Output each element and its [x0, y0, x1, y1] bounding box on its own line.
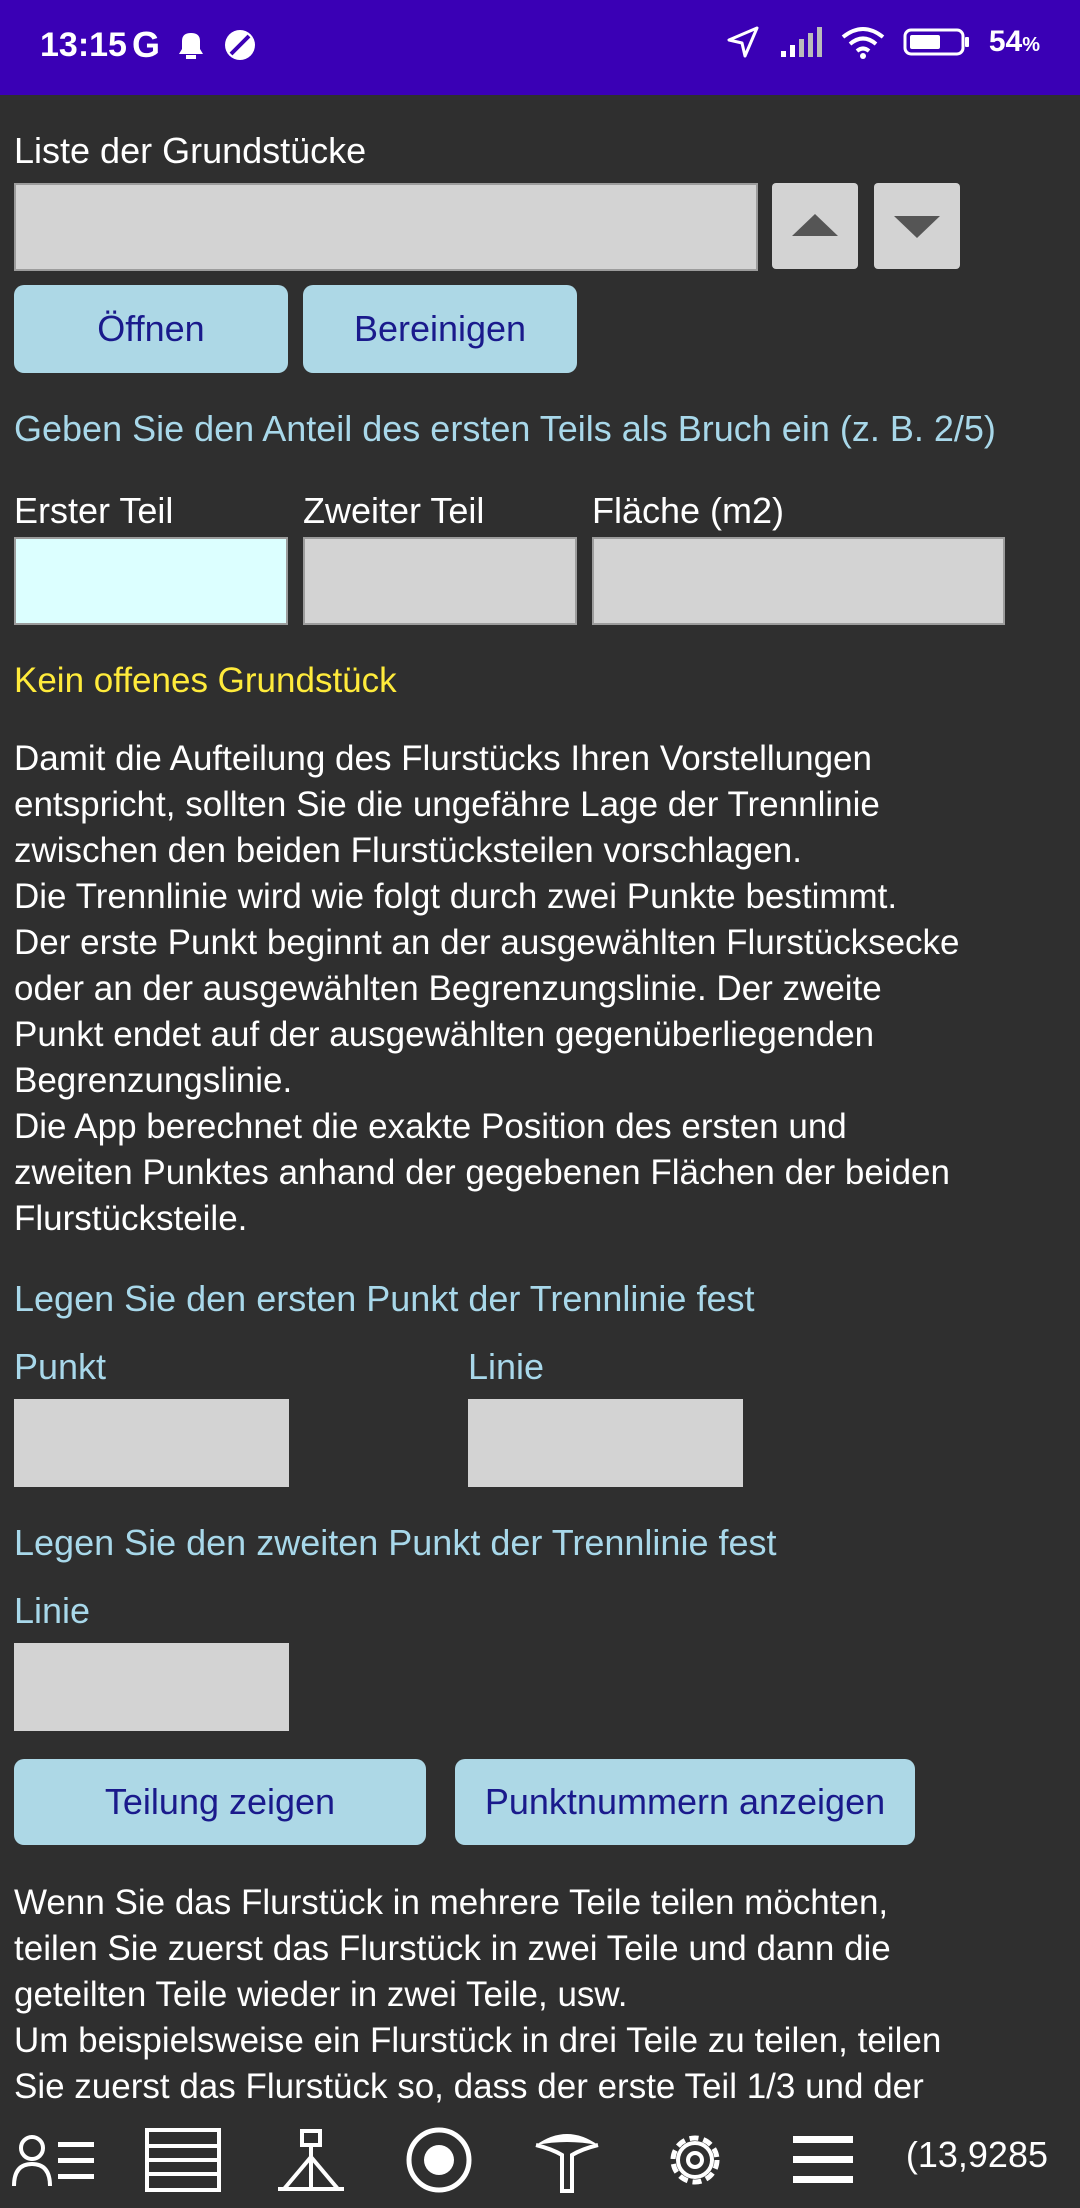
surveyor-icon	[278, 2129, 344, 2191]
menu-icon	[793, 2136, 853, 2183]
gear-icon	[670, 2135, 720, 2185]
system-icons: 54%	[725, 24, 1040, 60]
move-up-button[interactable]	[772, 183, 858, 269]
clear-button[interactable]: Bereinigen	[303, 285, 577, 373]
first-point-point-input[interactable]	[14, 1399, 289, 1487]
show-division-button[interactable]: Teilung zeigen	[14, 1759, 426, 1845]
description-line: zweiten Punktes anhand der gegebenen Flä…	[14, 1153, 950, 1192]
nav-list-button[interactable]	[128, 2112, 238, 2208]
nav-pin-button[interactable]	[512, 2112, 622, 2208]
user-list-icon	[12, 2135, 94, 2187]
first-point-heading: Legen Sie den ersten Punkt der Trennlini…	[14, 1278, 755, 1319]
pin-icon	[535, 2134, 599, 2193]
description-line: entspricht, sollten Sie die ungefähre La…	[14, 785, 880, 824]
signal-icon	[780, 27, 822, 57]
description-line: Damit die Aufteilung des Flurstücks Ihre…	[14, 739, 872, 778]
status-bar: 13:15 G 54%	[0, 0, 1080, 95]
nav-settings-button[interactable]	[640, 2112, 750, 2208]
description-line: zwischen den beiden Flurstücksteilen vor…	[14, 831, 802, 870]
move-down-button[interactable]	[874, 183, 960, 269]
plot-list-select[interactable]	[14, 183, 758, 271]
coordinate-readout: (13,9285	[905, 2134, 1048, 2175]
second-part-label: Zweiter Teil	[303, 490, 485, 531]
location-arrow-icon	[727, 26, 759, 58]
cleaner-icon	[225, 30, 256, 60]
nav-target-button[interactable]	[384, 2112, 494, 2208]
status-time: 13:15	[40, 26, 127, 64]
second-point-line-label: Linie	[14, 1590, 91, 1631]
fraction-instruction: Geben Sie den Anteil des ersten Teils al…	[14, 408, 996, 449]
bottom-navigation: (13,9285	[0, 2112, 1080, 2208]
list-icon	[145, 2128, 221, 2192]
nav-plot-list-button[interactable]	[0, 2112, 110, 2208]
first-point-point-label: Punkt	[14, 1346, 107, 1387]
first-point-line-label: Linie	[468, 1346, 545, 1387]
footer-line: teilen Sie zuerst das Flurstück in zwei …	[14, 1929, 891, 1968]
description-line: Die App berechnet die exakte Position de…	[14, 1107, 847, 1146]
second-part-input[interactable]	[303, 537, 577, 625]
first-part-input[interactable]	[14, 537, 288, 625]
battery-icon	[903, 28, 969, 56]
triangle-down-icon	[894, 216, 940, 238]
status-message: Kein offenes Grundstück	[14, 661, 397, 700]
first-part-label: Erster Teil	[14, 490, 174, 531]
description-line: Begrenzungslinie.	[14, 1061, 293, 1100]
second-point-line-input[interactable]	[14, 1643, 289, 1731]
triangle-up-icon	[792, 214, 838, 236]
nav-survey-button[interactable]	[256, 2112, 366, 2208]
description-text: Damit die Aufteilung des Flurstücks Ihre…	[14, 736, 1074, 1242]
target-icon	[406, 2127, 472, 2193]
google-icon: G	[132, 24, 161, 65]
description-line: Der erste Punkt beginnt an der ausgewähl…	[14, 923, 960, 962]
first-point-line-input[interactable]	[468, 1399, 743, 1487]
description-line: Flurstücksteile.	[14, 1199, 248, 1238]
show-point-numbers-button[interactable]: Punktnummern anzeigen	[455, 1759, 915, 1845]
second-point-heading: Legen Sie den zweiten Punkt der Trennlin…	[14, 1522, 777, 1563]
notification-icons: G	[132, 24, 258, 66]
footer-text: Wenn Sie das Flurstück in mehrere Teile …	[14, 1880, 1074, 2110]
footer-line: Wenn Sie das Flurstück in mehrere Teile …	[14, 1883, 889, 1922]
wifi-icon	[841, 27, 885, 59]
footer-line: geteilten Teile wieder in zwei Teile, us…	[14, 1975, 628, 2014]
description-line: Punkt endet auf der ausgewählten gegenüb…	[14, 1015, 875, 1054]
description-line: Die Trennlinie wird wie folgt durch zwei…	[14, 877, 898, 916]
battery-percent: 54%	[988, 25, 1040, 58]
area-input[interactable]	[592, 537, 1005, 625]
nav-menu-button[interactable]	[768, 2112, 878, 2208]
plot-list-label: Liste der Grundstücke	[14, 130, 367, 171]
footer-line: Sie zuerst das Flurstück so, dass der er…	[14, 2067, 924, 2106]
area-label: Fläche (m2)	[592, 490, 785, 531]
bell-icon	[179, 33, 204, 59]
footer-line: Um beispielsweise ein Flurstück in drei …	[14, 2021, 942, 2060]
description-line: oder an der ausgewählten Begrenzungslini…	[14, 969, 882, 1008]
open-button[interactable]: Öffnen	[14, 285, 288, 373]
